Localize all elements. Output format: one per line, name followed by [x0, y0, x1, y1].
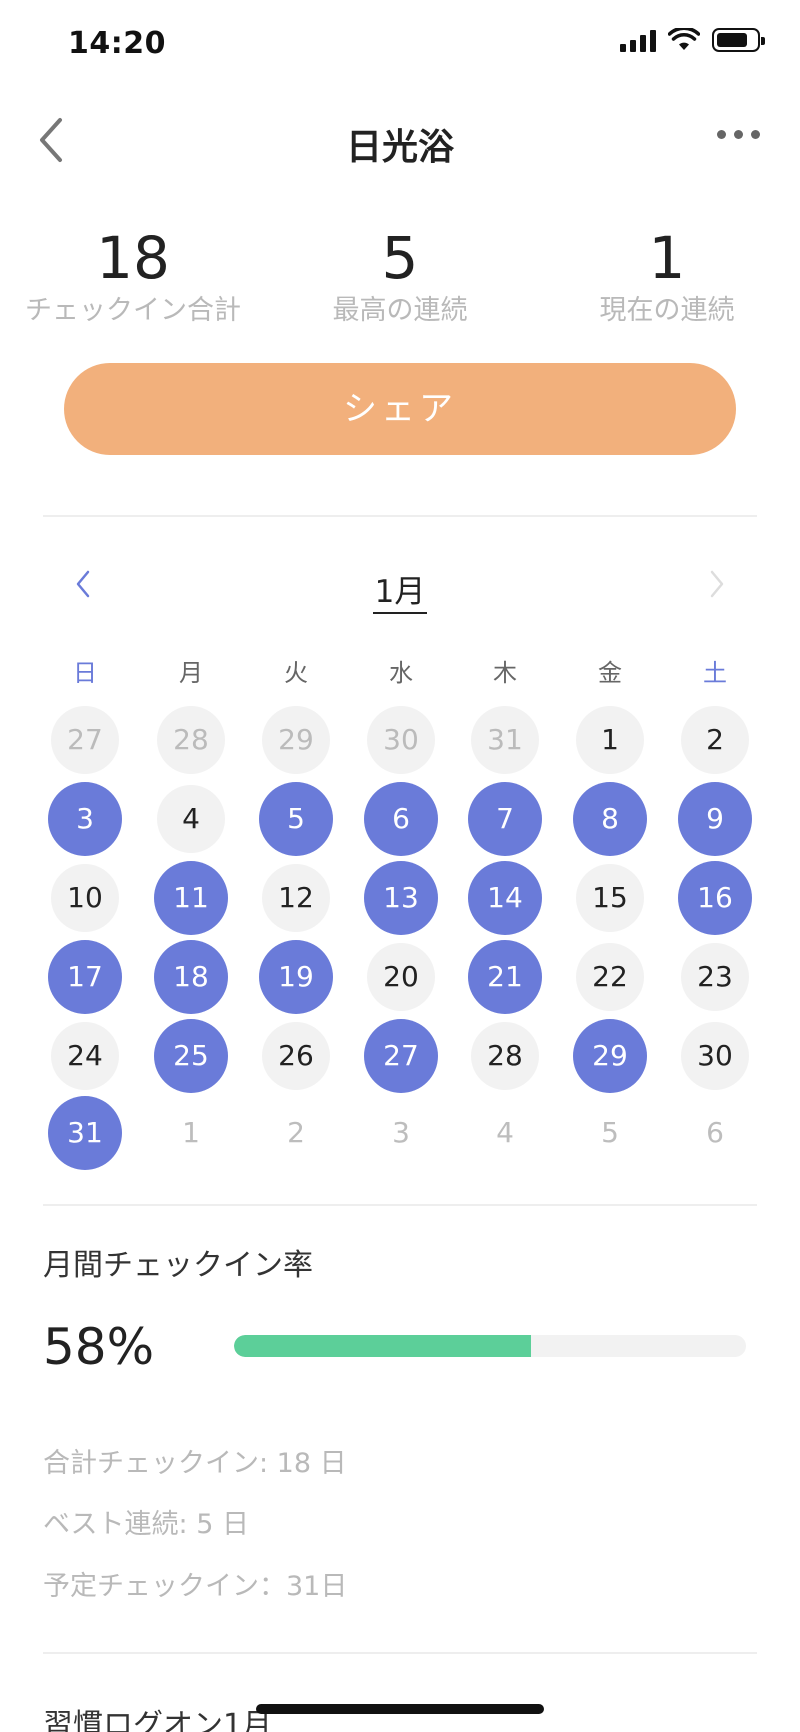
stat-current-streak: 1 現在の連続 — [534, 228, 800, 327]
calendar-day-checked[interactable]: 3 — [48, 782, 122, 856]
calendar-day[interactable]: 26 — [262, 1022, 330, 1090]
calendar-day[interactable]: 28 — [471, 1022, 539, 1090]
stat-value: 18 — [96, 224, 170, 292]
calendar-day[interactable]: 10 — [51, 864, 119, 932]
calendar-day-checked[interactable]: 14 — [468, 861, 542, 935]
calendar-day-checked[interactable]: 21 — [468, 940, 542, 1014]
calendar-day-checked[interactable]: 8 — [573, 782, 647, 856]
calendar-day-checked[interactable]: 18 — [154, 940, 228, 1014]
calendar-day[interactable]: 22 — [576, 943, 644, 1011]
calendar-day[interactable]: 28 — [157, 706, 225, 774]
calendar-day-checked[interactable]: 5 — [259, 782, 333, 856]
month-text[interactable]: 1月 — [372, 574, 428, 614]
calendar-day[interactable]: 31 — [471, 706, 539, 774]
calendar-day-checked[interactable]: 16 — [678, 861, 752, 935]
status-time: 14:20 — [68, 26, 166, 61]
stat-value: 5 — [381, 224, 419, 292]
calendar-day[interactable]: 30 — [681, 1022, 749, 1090]
stat-best-streak: 5 最高の連続 — [267, 228, 533, 327]
calendar-day-checked[interactable]: 31 — [48, 1096, 122, 1170]
detail-total-checkins: 合計チェックイン: 18 日 — [43, 1448, 347, 1479]
divider — [43, 515, 757, 517]
weekday-label: 木 — [493, 659, 517, 687]
calendar-day[interactable]: 12 — [262, 864, 330, 932]
calendar-day[interactable]: 1 — [157, 1099, 225, 1167]
stats-summary: 18 チェックイン合計 5 最高の連続 1 現在の連続 — [0, 228, 800, 328]
weekday-label: 火 — [284, 659, 308, 687]
calendar-day[interactable]: 3 — [367, 1099, 435, 1167]
calendar-day-checked[interactable]: 29 — [573, 1019, 647, 1093]
nav-bar: 日光浴 — [0, 100, 800, 180]
calendar-header: 1月 — [0, 560, 800, 614]
weekday-label: 土 — [703, 659, 727, 687]
calendar-day[interactable]: 20 — [367, 943, 435, 1011]
calendar-day[interactable]: 5 — [576, 1099, 644, 1167]
calendar-day-checked[interactable]: 13 — [364, 861, 438, 935]
calendar-day[interactable]: 23 — [681, 943, 749, 1011]
weekday-label: 金 — [598, 659, 622, 687]
weekday-label: 日 — [73, 659, 97, 687]
calendar-day[interactable]: 24 — [51, 1022, 119, 1090]
habit-log-title: 習慣ログオン1月 — [43, 1708, 273, 1732]
next-month-chevron-icon[interactable] — [702, 564, 732, 604]
detail-planned-checkins: 予定チェックイン：31日 — [43, 1571, 348, 1602]
stat-label: 現在の連続 — [599, 295, 735, 326]
divider — [43, 1204, 757, 1206]
calendar-day-checked[interactable]: 17 — [48, 940, 122, 1014]
weekday-row: 日月火水木金土 — [0, 653, 800, 687]
monthly-rate-value: 58% — [43, 1318, 155, 1376]
status-bar: 14:20 — [0, 0, 800, 90]
battery-icon — [712, 28, 765, 52]
calendar-month-label[interactable]: 1月 — [0, 566, 800, 614]
calendar-day[interactable]: 4 — [471, 1099, 539, 1167]
calendar-day-checked[interactable]: 6 — [364, 782, 438, 856]
share-button[interactable]: シェア — [64, 363, 736, 455]
cellular-signal-icon — [620, 28, 656, 52]
stat-label: チェックイン合計 — [25, 295, 241, 326]
calendar-day[interactable]: 27 — [51, 706, 119, 774]
calendar-day[interactable]: 4 — [157, 785, 225, 853]
page-title: 日光浴 — [345, 127, 454, 168]
calendar-day-checked[interactable]: 9 — [678, 782, 752, 856]
calendar-day[interactable]: 15 — [576, 864, 644, 932]
divider — [43, 1652, 757, 1654]
calendar-day-checked[interactable]: 11 — [154, 861, 228, 935]
calendar-day[interactable]: 2 — [262, 1099, 330, 1167]
home-indicator — [256, 1704, 544, 1714]
weekday-label: 水 — [389, 659, 413, 687]
monthly-rate-progress-bar — [234, 1335, 746, 1357]
wifi-icon — [668, 28, 700, 50]
stat-total-checkins: 18 チェックイン合計 — [0, 228, 266, 327]
more-options-icon[interactable] — [717, 130, 760, 139]
weekday-label: 月 — [179, 659, 203, 687]
calendar-day[interactable]: 6 — [681, 1099, 749, 1167]
calendar-day[interactable]: 29 — [262, 706, 330, 774]
stat-label: 最高の連続 — [332, 295, 468, 326]
monthly-rate-title: 月間チェックイン率 — [43, 1248, 313, 1283]
calendar-day-checked[interactable]: 7 — [468, 782, 542, 856]
progress-fill — [234, 1335, 531, 1357]
calendar-day-checked[interactable]: 19 — [259, 940, 333, 1014]
calendar-day-checked[interactable]: 25 — [154, 1019, 228, 1093]
detail-best-streak: ベスト連続: 5 日 — [43, 1509, 249, 1540]
calendar-day[interactable]: 1 — [576, 706, 644, 774]
stat-value: 1 — [648, 224, 686, 292]
calendar-day[interactable]: 2 — [681, 706, 749, 774]
calendar-day[interactable]: 30 — [367, 706, 435, 774]
status-icons — [620, 28, 765, 52]
calendar-day-checked[interactable]: 27 — [364, 1019, 438, 1093]
